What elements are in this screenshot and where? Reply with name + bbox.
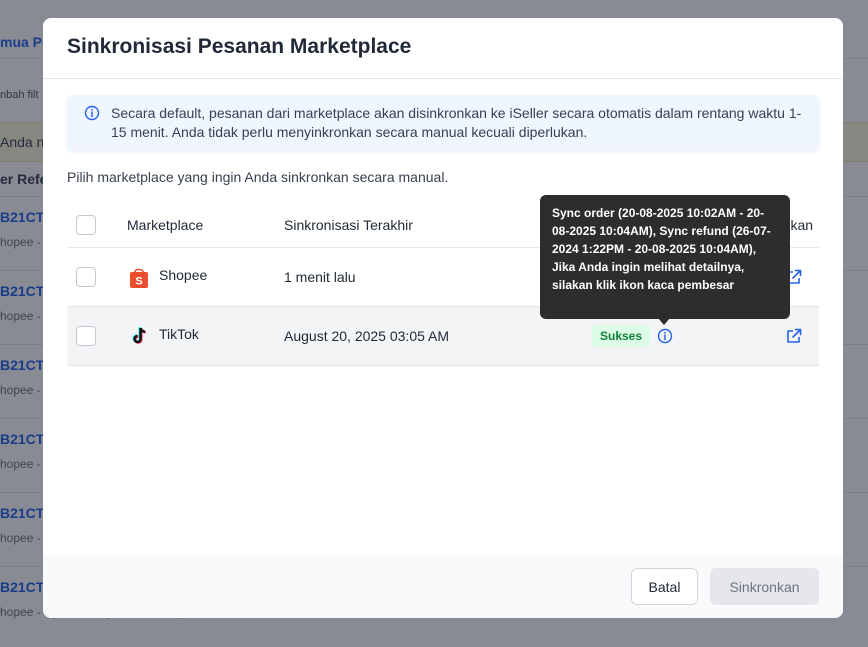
select-all-checkbox[interactable] xyxy=(76,215,96,235)
shopee-checkbox[interactable] xyxy=(76,267,96,287)
column-marketplace: Marketplace xyxy=(127,217,204,233)
info-callout: Secara default, pesanan dari marketplace… xyxy=(67,95,819,151)
modal-footer: Batal Sinkronkan xyxy=(43,555,843,618)
marketplace-name: TikTok xyxy=(159,326,199,342)
info-text: Secara default, pesanan dari marketplace… xyxy=(111,105,802,140)
external-link-icon[interactable] xyxy=(785,327,803,345)
info-icon xyxy=(84,105,100,121)
tooltip-arrow xyxy=(658,318,670,325)
last-sync-time: 1 menit lalu xyxy=(284,269,356,285)
cancel-button[interactable]: Batal xyxy=(631,568,698,605)
info-icon[interactable] xyxy=(657,328,673,344)
status-badge: Sukses xyxy=(592,325,651,347)
last-sync-time: August 20, 2025 03:05 AM xyxy=(284,328,450,344)
modal-title: Sinkronisasi Pesanan Marketplace xyxy=(67,35,412,58)
modal-header: Sinkronisasi Pesanan Marketplace xyxy=(43,18,843,79)
svg-text:S: S xyxy=(135,276,142,288)
tiktok-logo-icon xyxy=(132,327,146,344)
instruction-text: Pilih marketplace yang ingin Anda sinkro… xyxy=(67,169,449,185)
sync-detail-tooltip: Sync order (20-08-2025 10:02AM - 20-08-2… xyxy=(540,195,790,319)
shopee-logo-icon: S xyxy=(130,268,148,288)
tiktok-checkbox[interactable] xyxy=(76,326,96,346)
marketplace-name: Shopee xyxy=(159,267,208,283)
sync-button[interactable]: Sinkronkan xyxy=(710,568,819,605)
column-last-sync: Sinkronisasi Terakhir xyxy=(284,217,413,233)
